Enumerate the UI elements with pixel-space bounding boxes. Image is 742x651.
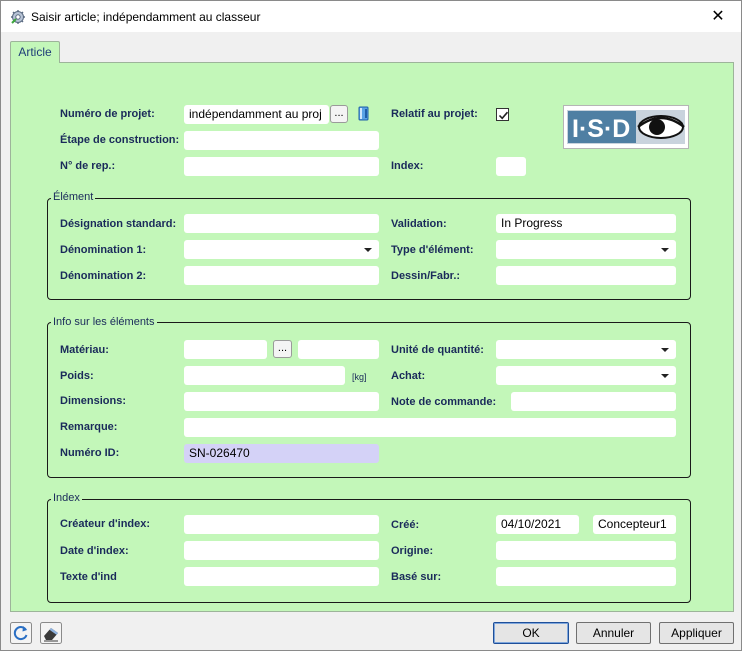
note-commande-label: Note de commande: bbox=[391, 396, 497, 408]
logo-text: I·S·D bbox=[572, 115, 630, 143]
createur-index-field[interactable] bbox=[184, 515, 379, 534]
index-label: Index: bbox=[391, 160, 424, 172]
base-sur-field[interactable] bbox=[496, 567, 676, 586]
origine-label: Origine: bbox=[391, 545, 434, 557]
materiau-field[interactable] bbox=[184, 340, 267, 359]
title-bar: Saisir article; indépendamment au classe… bbox=[1, 1, 741, 32]
dimensions-label: Dimensions: bbox=[60, 395, 127, 407]
dimensions-field[interactable] bbox=[184, 392, 379, 411]
numero-projet-label: Numéro de projet: bbox=[60, 108, 155, 120]
info-group-title: Info sur les éléments bbox=[51, 316, 157, 328]
base-sur-label: Basé sur: bbox=[391, 571, 442, 583]
numero-projet-field[interactable]: indépendamment au proj bbox=[184, 105, 329, 124]
tab-article[interactable]: Article bbox=[10, 41, 60, 63]
poids-field[interactable] bbox=[184, 366, 345, 385]
type-element-label: Type d'élément: bbox=[391, 244, 474, 256]
check-icon bbox=[498, 111, 509, 120]
designation-field[interactable] bbox=[184, 214, 379, 233]
dialog-window: Saisir article; indépendamment au classe… bbox=[0, 0, 742, 651]
eraser-icon[interactable] bbox=[40, 622, 62, 644]
poids-unit: [kg] bbox=[352, 372, 367, 382]
isd-logo: I·S·D bbox=[563, 105, 689, 149]
unite-label: Unité de quantité: bbox=[391, 344, 484, 356]
numero-projet-browse-button[interactable]: ... bbox=[330, 105, 348, 123]
index-group-title: Index bbox=[51, 492, 82, 504]
achat-label: Achat: bbox=[391, 370, 426, 382]
materiau-browse-button[interactable]: ... bbox=[273, 340, 292, 358]
createur-index-label: Créateur d'index: bbox=[60, 518, 151, 530]
cree-date-field[interactable]: 04/10/2021 bbox=[496, 515, 579, 534]
relatif-projet-checkbox[interactable] bbox=[496, 108, 509, 121]
remarque-label: Remarque: bbox=[60, 421, 118, 433]
ok-button[interactable]: OK bbox=[493, 622, 569, 644]
rep-field[interactable] bbox=[184, 157, 379, 176]
date-index-label: Date d'index: bbox=[60, 545, 129, 557]
achat-dropdown[interactable] bbox=[496, 366, 676, 385]
denomination2-label: Dénomination 2: bbox=[60, 270, 147, 282]
note-commande-field[interactable] bbox=[511, 392, 676, 411]
poids-label: Poids: bbox=[60, 370, 94, 382]
window-title: Saisir article; indépendamment au classe… bbox=[31, 10, 261, 24]
cree-label: Créé: bbox=[391, 519, 420, 531]
denomination2-field[interactable] bbox=[184, 266, 379, 285]
annuler-button[interactable]: Annuler bbox=[576, 622, 651, 644]
designation-label: Désignation standard: bbox=[60, 218, 177, 230]
element-group-title: Élément bbox=[51, 191, 96, 203]
date-index-field[interactable] bbox=[184, 541, 379, 560]
unite-dropdown[interactable] bbox=[496, 340, 676, 359]
denomination1-label: Dénomination 1: bbox=[60, 244, 147, 256]
texte-index-label: Texte d'ind bbox=[60, 571, 117, 583]
index-field[interactable] bbox=[496, 157, 526, 176]
etape-label: Étape de construction: bbox=[60, 134, 180, 146]
book-icon[interactable] bbox=[357, 106, 371, 122]
remarque-field[interactable] bbox=[184, 418, 676, 437]
validation-field[interactable]: In Progress bbox=[496, 214, 676, 233]
numero-id-field: SN-026470 bbox=[184, 444, 379, 463]
appliquer-button[interactable]: Appliquer bbox=[659, 622, 734, 644]
materiau-secondary-field[interactable] bbox=[298, 340, 379, 359]
dessin-field[interactable] bbox=[496, 266, 676, 285]
origine-field[interactable] bbox=[496, 541, 676, 560]
validation-label: Validation: bbox=[391, 218, 447, 230]
dessin-label: Dessin/Fabr.: bbox=[391, 270, 461, 282]
app-gear-icon bbox=[11, 10, 25, 24]
refresh-icon[interactable] bbox=[10, 622, 32, 644]
materiau-label: Matériau: bbox=[60, 344, 109, 356]
denomination1-dropdown[interactable] bbox=[184, 240, 379, 259]
type-element-dropdown[interactable] bbox=[496, 240, 676, 259]
cree-user-field[interactable]: Concepteur1 bbox=[593, 515, 676, 534]
texte-index-field[interactable] bbox=[184, 567, 379, 586]
etape-field[interactable] bbox=[184, 131, 379, 150]
rep-label: N° de rep.: bbox=[60, 160, 116, 172]
relatif-projet-label: Relatif au projet: bbox=[391, 108, 478, 120]
close-button[interactable]: ✕ bbox=[695, 1, 741, 32]
numero-id-label: Numéro ID: bbox=[60, 447, 120, 459]
